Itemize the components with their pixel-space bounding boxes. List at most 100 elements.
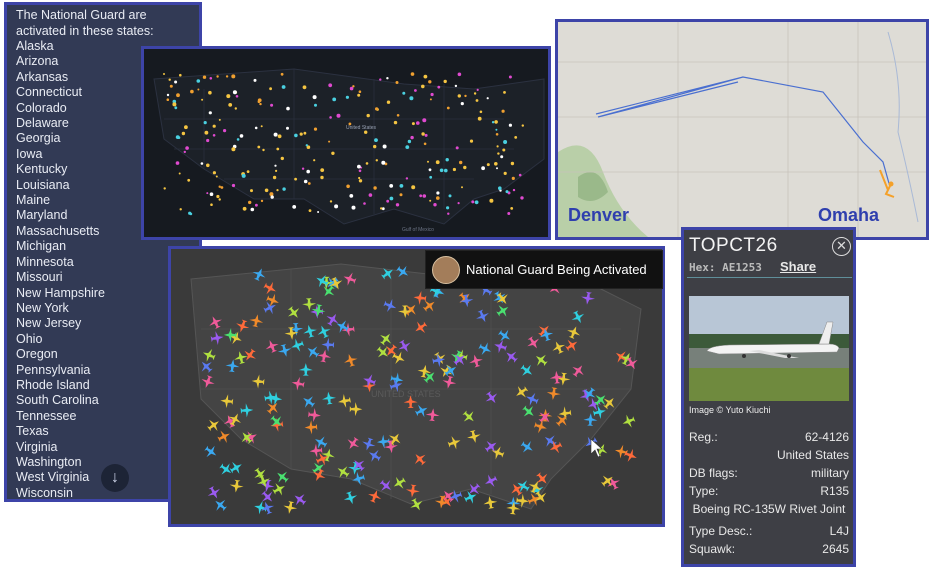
aircraft-dot xyxy=(474,200,479,205)
airplane-icon[interactable] xyxy=(623,447,640,465)
aircraft-dot xyxy=(313,159,316,162)
share-link[interactable]: Share xyxy=(780,259,816,274)
map-label-us: UNITED STATES xyxy=(371,389,441,399)
aircraft-dot xyxy=(510,207,514,210)
squawk-label: Squawk: xyxy=(689,542,736,556)
aircraft-dot xyxy=(518,173,522,177)
aircraft-dot xyxy=(405,177,409,180)
aircraft-dot xyxy=(197,88,200,91)
squawk-row: Squawk: 2645 xyxy=(689,542,849,556)
aircraft-dot xyxy=(464,94,467,98)
aircraft-dot xyxy=(313,127,318,131)
aircraft-dot xyxy=(429,199,432,202)
aircraft-dot xyxy=(248,200,252,205)
type-desc-label: Type Desc.: xyxy=(689,524,753,538)
aircraft-dot xyxy=(169,84,173,88)
aircraft-dot xyxy=(436,191,440,195)
aircraft-dot xyxy=(308,209,312,213)
airplane-icon[interactable] xyxy=(599,471,617,490)
aircraft-dot xyxy=(225,75,229,78)
aircraft-dot xyxy=(314,103,317,107)
aircraft-dot xyxy=(386,100,391,104)
avatar xyxy=(432,255,460,284)
aircraft-dot xyxy=(254,126,258,130)
intro-text: The National Guard are activated in thes… xyxy=(16,8,154,38)
airplane-icon[interactable] xyxy=(290,490,308,509)
airplane-icon[interactable] xyxy=(282,500,298,515)
aircraft-dot xyxy=(473,92,477,95)
aircraft-dot xyxy=(253,78,257,82)
aircraft-dot xyxy=(435,160,440,165)
aircraft-dot xyxy=(405,145,410,149)
arrow-down-icon[interactable]: ↓ xyxy=(101,464,129,492)
aircraft-dot xyxy=(429,98,432,101)
reg-row: Reg.: 62-4126 xyxy=(689,430,849,444)
aircraft-dot xyxy=(496,167,498,170)
aircraft-dot xyxy=(496,145,499,148)
aircraft-dot xyxy=(460,102,464,106)
aircraft-dot xyxy=(200,162,204,165)
aircraft-dot xyxy=(491,121,495,124)
airplane-icon[interactable] xyxy=(202,443,220,462)
aircraft-dot xyxy=(358,179,363,183)
aircraft-dot xyxy=(257,145,261,149)
aircraft-dot xyxy=(206,138,210,143)
aircraft-dot xyxy=(357,164,361,169)
aircraft-dot xyxy=(269,87,272,91)
aircraft-dot xyxy=(276,189,279,192)
aircraft-info-card: TOPCT26 ✕ Hex: AE1253 Share Image © Yuto… xyxy=(681,227,856,567)
aircraft-dot xyxy=(286,126,289,130)
airplane-icon[interactable] xyxy=(216,427,233,445)
aircraft-dot xyxy=(274,164,277,167)
airplane-icon[interactable] xyxy=(227,458,245,476)
aircraft-dot xyxy=(270,103,274,107)
aircraft-dot xyxy=(209,192,214,196)
aircraft-dot xyxy=(275,169,278,172)
aircraft-dot xyxy=(363,202,366,205)
airplane-icon[interactable] xyxy=(620,413,637,431)
db-flags-label: DB flags: xyxy=(689,466,738,480)
aircraft-dot xyxy=(502,148,506,152)
airplane-icon[interactable] xyxy=(273,467,291,486)
aircraft-dot xyxy=(351,205,356,210)
aircraft-dot xyxy=(457,72,462,77)
aircraft-dot xyxy=(166,98,170,101)
aircraft-dot xyxy=(189,212,193,216)
aircraft-dot xyxy=(235,95,239,98)
airplane-icon[interactable] xyxy=(205,484,223,502)
airplane-icon[interactable] xyxy=(271,480,289,498)
aircraft-dot xyxy=(163,73,165,75)
aircraft-dot xyxy=(475,99,479,102)
aircraft-dot xyxy=(232,90,237,95)
aircraft-dot xyxy=(368,193,373,197)
aircraft-dot xyxy=(269,192,274,197)
aircraft-dot xyxy=(216,75,219,78)
aircraft-dot xyxy=(204,130,209,135)
aircraft-dot xyxy=(303,131,307,135)
aircraft-dot xyxy=(345,95,349,99)
aircraft-dot xyxy=(508,75,512,79)
aircraft-dot xyxy=(511,176,515,180)
aircraft-dot xyxy=(497,152,500,155)
aircraft-dot xyxy=(208,90,212,95)
aircraft-dot xyxy=(521,124,524,127)
airplane-icon[interactable] xyxy=(229,479,245,493)
close-icon[interactable]: ✕ xyxy=(832,237,851,256)
airplane-icon[interactable] xyxy=(211,495,230,514)
aircraft-dot xyxy=(411,122,415,126)
aircraft-dot xyxy=(212,134,216,137)
type-name-row: Boeing RC-135W Rivet Joint xyxy=(689,502,849,516)
aircraft-dot xyxy=(163,187,166,190)
aircraft-dot xyxy=(443,79,447,84)
aircraft-dot xyxy=(187,178,191,182)
squawk-value: 2645 xyxy=(822,542,849,556)
type-label: Type: xyxy=(689,484,719,498)
type-desc-value: L4J xyxy=(829,524,849,538)
aircraft-dot xyxy=(422,118,427,123)
aircraft-dot xyxy=(402,91,406,95)
airplane-icon[interactable] xyxy=(342,490,359,506)
aircraft-dot xyxy=(281,85,286,89)
banner-title: National Guard Being Activated xyxy=(466,262,647,277)
aircraft-dot xyxy=(389,184,394,188)
aircraft-dot xyxy=(259,102,262,106)
